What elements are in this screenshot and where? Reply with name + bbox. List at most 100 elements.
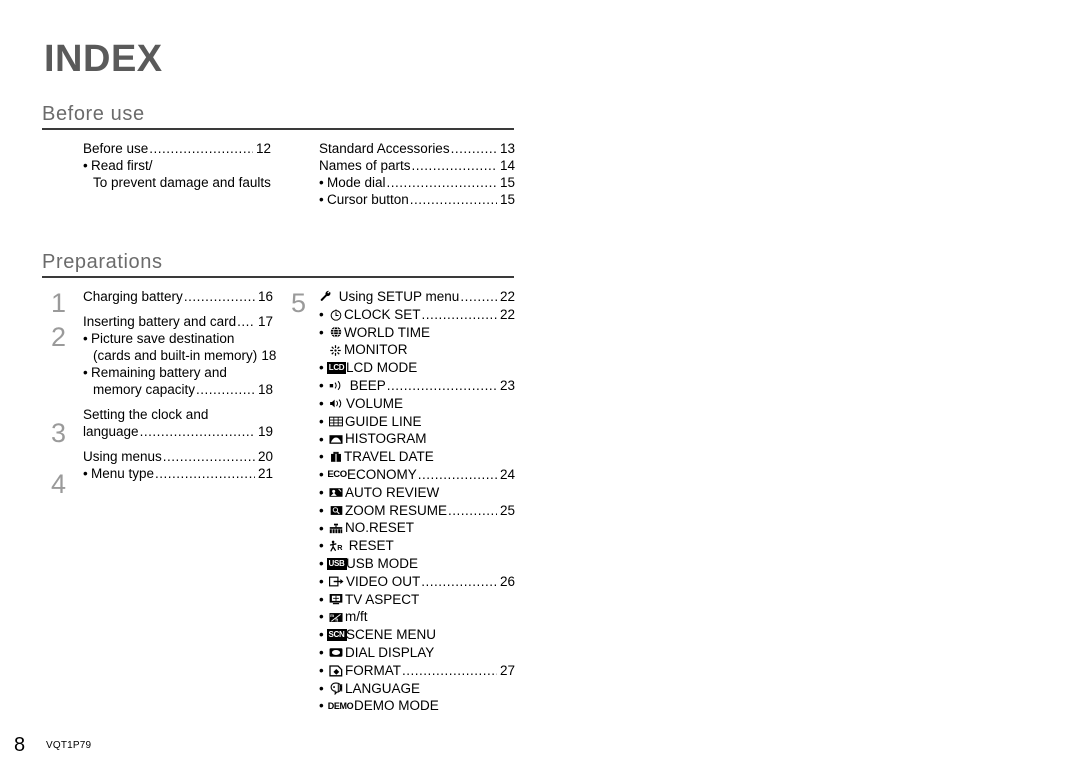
dot-leader: [149, 140, 253, 157]
toc-entry[interactable]: Standard Accessories 13: [319, 140, 515, 157]
bullet-marker: [319, 175, 327, 190]
setup-menu-entry[interactable]: • DIAL DISPLAY: [319, 644, 515, 662]
toc-entry-page: 18: [261, 348, 277, 363]
toc-entry-label: Using menus: [83, 449, 162, 464]
dot-leader: [237, 313, 255, 330]
setup-menu-label: NO.RESET: [345, 520, 415, 536]
toc-entry[interactable]: Read first/: [83, 157, 271, 174]
setup-menu-entry[interactable]: • VOLUME: [319, 395, 515, 413]
bullet-marker: [83, 158, 91, 173]
toc-entry-label: Mode dial: [327, 175, 386, 190]
index-page: INDEX Before use Before use 12 Read firs…: [0, 0, 1080, 767]
dot-leader: [421, 573, 497, 591]
setup-menu-entry[interactable]: • HISTOGRAM: [319, 430, 515, 448]
toc-entry-page: 17: [257, 314, 273, 329]
toc-entry-page: 18: [257, 382, 273, 397]
toc-entry[interactable]: language 19: [83, 423, 273, 440]
setup-menu-entry[interactable]: • LANGUAGE: [319, 680, 515, 698]
dot-leader: [387, 174, 497, 191]
setup-menu-entry[interactable]: Using SETUP menu 22: [319, 288, 515, 306]
toc-entry[interactable]: memory capacity 18: [83, 381, 273, 398]
bullet-marker: •: [319, 306, 324, 322]
bullet-marker: •: [319, 378, 324, 394]
toc-entry[interactable]: Before use 12: [83, 140, 271, 157]
toc-entry[interactable]: Names of parts 14: [319, 157, 515, 174]
setup-menu-entry[interactable]: • ECO ECONOMY 24: [319, 466, 515, 484]
setup-menu-label: LCD MODE: [346, 360, 418, 376]
setup-menu-entry[interactable]: • USB USB MODE: [319, 555, 515, 573]
setup-menu-entry[interactable]: • AUTO REVIEW: [319, 484, 515, 502]
toc-entry-page: 16: [257, 289, 273, 304]
dot-leader: [410, 191, 497, 208]
toc-entry[interactable]: Menu type 21: [83, 465, 273, 482]
setup-menu-entry[interactable]: • LCD LCD MODE: [319, 359, 515, 377]
bullet-marker: [319, 192, 327, 207]
toc-entry[interactable]: Setting the clock and: [83, 406, 273, 423]
bullet-marker: •: [319, 413, 324, 429]
wrench-icon: [319, 290, 334, 303]
setup-menu-label: DEMO MODE: [354, 698, 439, 714]
toc-entry-label: Menu type: [91, 466, 155, 481]
toc-column-before-use-left: Before use 12 Read first/ To prevent dam…: [83, 140, 271, 191]
setup-menu-page: 22: [499, 289, 515, 304]
toc-entry-label: language: [83, 424, 139, 439]
dot-leader: [451, 140, 497, 157]
setup-menu-entry[interactable]: • WORLD TIME: [319, 324, 515, 342]
dot-leader: [387, 377, 497, 395]
setup-menu-entry[interactable]: • TV ASPECT: [319, 591, 515, 609]
bullet-marker: •: [319, 662, 324, 678]
setup-menu-entry[interactable]: • NO.RESET: [319, 519, 515, 537]
setup-menu-label: MONITOR: [344, 342, 408, 358]
setup-menu-entry[interactable]: • GUIDE LINE: [319, 413, 515, 431]
toc-entry[interactable]: Remaining battery and: [83, 364, 273, 381]
setup-menu-entry[interactable]: • R RESET: [319, 537, 515, 555]
setup-menu-entry[interactable]: • TRAVEL DATE: [319, 448, 515, 466]
setup-menu-entry[interactable]: MONITOR: [319, 341, 515, 359]
setup-menu-label: FORMAT: [345, 662, 401, 678]
bullet-marker: •: [319, 645, 324, 661]
section-divider: [42, 276, 514, 278]
toc-column-before-use-right: Standard Accessories 13 Names of parts 1…: [319, 140, 515, 208]
toc-entry[interactable]: Mode dial 15: [319, 174, 515, 191]
step-number: 5: [291, 288, 307, 318]
setup-menu-label: TV ASPECT: [345, 591, 420, 607]
setup-menu-entry[interactable]: • BEEP 23: [319, 377, 515, 395]
dot-leader: [412, 157, 497, 174]
toc-column-setup-menu: Using SETUP menu 22 • CLOCK SET 22 •: [319, 288, 515, 715]
setup-menu-label: CLOCK SET: [344, 306, 421, 322]
toc-entry-label: Names of parts: [319, 158, 411, 173]
setup-menu-entry[interactable]: • SCN SCENE MENU: [319, 626, 515, 644]
toc-entry[interactable]: Picture save destination: [83, 330, 273, 347]
dial-display-icon: [328, 647, 344, 658]
toc-column-preparations-left: Charging battery 16 Inserting battery an…: [83, 288, 277, 482]
setup-menu-entry[interactable]: • DEMO DEMO MODE: [319, 697, 515, 715]
setup-menu-label: SCENE MENU: [346, 627, 437, 643]
toc-entry-page: 19: [257, 424, 273, 439]
section-heading-label: Preparations: [42, 251, 163, 273]
setup-menu-entry[interactable]: • m ft m/ft: [319, 608, 515, 626]
svg-text:m: m: [330, 613, 334, 618]
toc-entry[interactable]: Using menus 20: [83, 448, 273, 465]
setup-menu-entry[interactable]: • ZOOM RESUME 25: [319, 502, 515, 520]
dot-leader: [163, 448, 255, 465]
setup-menu-page: 24: [499, 466, 515, 482]
zoom-resume-icon: [328, 505, 344, 516]
setup-menu-label: m/ft: [345, 609, 368, 625]
setup-menu-entry[interactable]: • VIDEO OUT 26: [319, 573, 515, 591]
step-number: 4: [51, 469, 67, 499]
bullet-marker: •: [319, 484, 324, 500]
toc-entry-page: 20: [257, 449, 273, 464]
setup-menu-entry[interactable]: • FORMAT 27: [319, 662, 515, 680]
toc-entry[interactable]: (cards and built-in memory) 18: [83, 347, 277, 364]
dot-leader: [196, 381, 255, 398]
toc-entry[interactable]: Charging battery 16: [83, 288, 273, 305]
svg-text:R: R: [337, 543, 343, 552]
setup-menu-entry[interactable]: • CLOCK SET 22: [319, 306, 515, 324]
setup-menu-label: ZOOM RESUME: [345, 502, 448, 518]
toc-entry[interactable]: Inserting battery and card 17: [83, 313, 273, 330]
setup-menu-label: WORLD TIME: [344, 324, 431, 340]
setup-menu-label: RESET: [348, 538, 394, 554]
toc-entry[interactable]: Cursor button 15: [319, 191, 515, 208]
